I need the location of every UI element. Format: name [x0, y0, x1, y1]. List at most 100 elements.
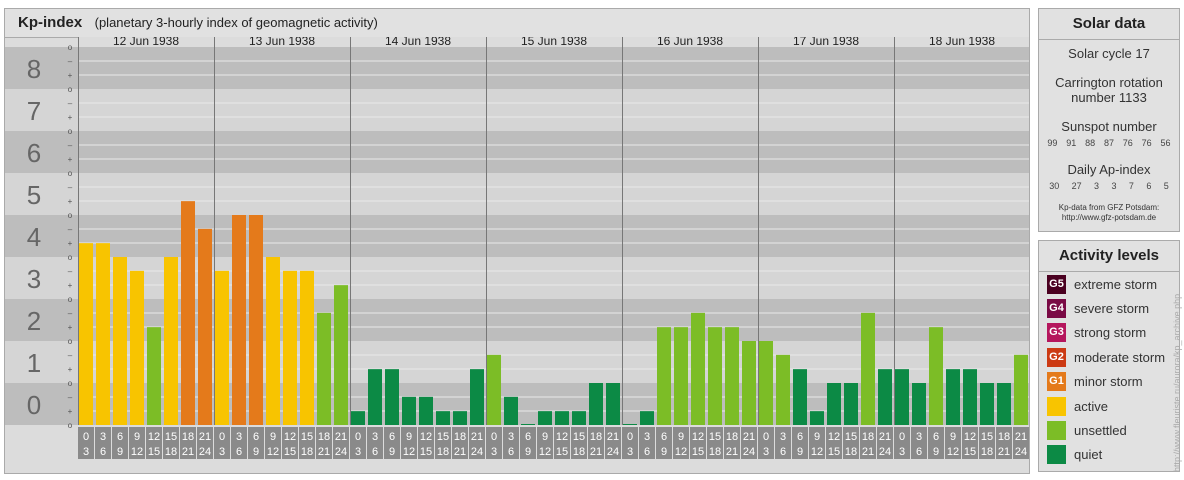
legend-label: severe storm — [1074, 300, 1150, 316]
y-subtick-label: – — [68, 141, 73, 150]
kp-bar — [96, 243, 110, 425]
credit-link[interactable]: http://www.gfz-potsdam.de — [1039, 213, 1179, 223]
hour-label-end: 21 — [182, 446, 194, 458]
legend-label: extreme storm — [1074, 276, 1158, 292]
hour-label-end: 21 — [726, 446, 738, 458]
kp-bar — [827, 383, 841, 425]
solar-cycle: Solar cycle 17 — [1068, 46, 1150, 61]
kp-bar — [895, 369, 909, 425]
hour-label-end: 18 — [437, 446, 449, 458]
hour-label-start: 18 — [862, 431, 874, 443]
legend-item: G3 strong storm — [1047, 323, 1146, 343]
kp-chart-panel: Kp-index (planetary 3-hourly index of ge… — [4, 8, 1030, 474]
hour-label-end: 12 — [539, 446, 551, 458]
kp-bar-chart: 0123456789o+–o+–o+–o+–o+–o+–o+–o+–o+–o12… — [5, 37, 1029, 459]
kp-bar — [504, 396, 518, 425]
y-tick-label: 9 — [27, 37, 41, 42]
hour-label-end: 21 — [862, 446, 874, 458]
kp-bar — [623, 424, 637, 425]
legend-item: G5 extreme storm — [1047, 274, 1157, 294]
y-subtick-label: o — [68, 169, 73, 178]
day-label: 14 Jun 1938 — [385, 37, 451, 48]
hour-label-start: 0 — [219, 431, 225, 443]
hour-label-end: 15 — [284, 446, 296, 458]
hour-label-end: 12 — [675, 446, 687, 458]
hour-label-end: 6 — [780, 446, 786, 458]
hour-label-start: 3 — [100, 431, 106, 443]
y-tick-label: 8 — [27, 54, 41, 84]
kp-bar — [555, 411, 569, 425]
kp-bar — [725, 327, 739, 425]
hour-label-end: 9 — [117, 446, 123, 458]
sunspot-value: 88 — [1085, 138, 1096, 148]
kp-bar — [232, 215, 246, 425]
legend-swatch: G3 — [1047, 323, 1066, 343]
hour-label-end: 15 — [692, 446, 704, 458]
hour-label-end: 18 — [845, 446, 857, 458]
day-label: 16 Jun 1938 — [657, 37, 723, 48]
legend-swatch — [1047, 445, 1066, 465]
hour-label-end: 18 — [981, 446, 993, 458]
hour-label-start: 6 — [253, 431, 259, 443]
hour-label-end: 3 — [627, 446, 633, 458]
kp-bar — [181, 201, 195, 425]
kp-band — [5, 47, 1029, 89]
hour-label-start: 15 — [709, 431, 721, 443]
hour-label-end: 6 — [508, 446, 514, 458]
legend-swatch: G1 — [1047, 372, 1066, 392]
y-subtick-label: + — [68, 365, 73, 374]
hour-label-start: 0 — [763, 431, 769, 443]
ap-value: 27 — [1071, 181, 1082, 191]
hour-label-end: 12 — [131, 446, 143, 458]
hour-label-start: 15 — [301, 431, 313, 443]
hour-label-start: 0 — [627, 431, 633, 443]
kp-bar — [436, 411, 450, 425]
hour-label-start: 21 — [1015, 431, 1027, 443]
hour-label-end: 15 — [828, 446, 840, 458]
hour-label-start: 18 — [726, 431, 738, 443]
ap-value: 3 — [1111, 181, 1117, 191]
hour-label-end: 24 — [199, 446, 211, 458]
hour-label-end: 3 — [491, 446, 497, 458]
kp-bar — [1014, 354, 1028, 425]
hour-label-end: 6 — [916, 446, 922, 458]
legend-swatch — [1047, 396, 1066, 416]
hour-label-start: 0 — [83, 431, 89, 443]
y-subtick-label: o — [68, 253, 73, 262]
hour-label-end: 3 — [83, 446, 89, 458]
kp-bar — [419, 396, 433, 425]
ap-title: Daily Ap-index — [1067, 162, 1151, 177]
hour-label-start: 0 — [899, 431, 905, 443]
hour-label-end: 24 — [879, 446, 891, 458]
y-tick-label: 0 — [27, 390, 41, 420]
kp-bar — [317, 312, 331, 425]
legend-label: active — [1074, 398, 1108, 414]
kp-bar — [980, 383, 994, 425]
hour-label-start: 15 — [437, 431, 449, 443]
hour-label-end: 12 — [403, 446, 415, 458]
kp-bar — [589, 383, 603, 425]
legend-item: G1 minor storm — [1047, 372, 1143, 392]
legend-label: unsettled — [1074, 422, 1127, 438]
day-label: 13 Jun 1938 — [249, 37, 315, 48]
kp-bar — [249, 215, 263, 425]
hour-label-end: 9 — [661, 446, 667, 458]
y-subtick-label: – — [68, 267, 73, 276]
kp-bar — [300, 270, 314, 425]
solar-data-panel: Solar data Solar cycle 17 Carrington rot… — [1038, 8, 1180, 232]
legend-item: unsettled — [1047, 420, 1127, 440]
kp-bar — [368, 369, 382, 425]
kp-bar — [521, 424, 535, 425]
side-url[interactable]: http://www.fleuriste.ru/aurora/kp_archiv… — [1172, 294, 1182, 472]
kp-band — [5, 257, 1029, 299]
legend-swatch — [1047, 420, 1066, 440]
hour-label-start: 9 — [678, 431, 684, 443]
hour-label-start: 12 — [556, 431, 568, 443]
y-subtick-label: – — [68, 351, 73, 360]
kp-band — [5, 131, 1029, 173]
kp-bar — [691, 312, 705, 425]
y-subtick-label: + — [68, 323, 73, 332]
kp-bar — [385, 369, 399, 425]
y-subtick-label: – — [68, 309, 73, 318]
hour-label-start: 12 — [964, 431, 976, 443]
